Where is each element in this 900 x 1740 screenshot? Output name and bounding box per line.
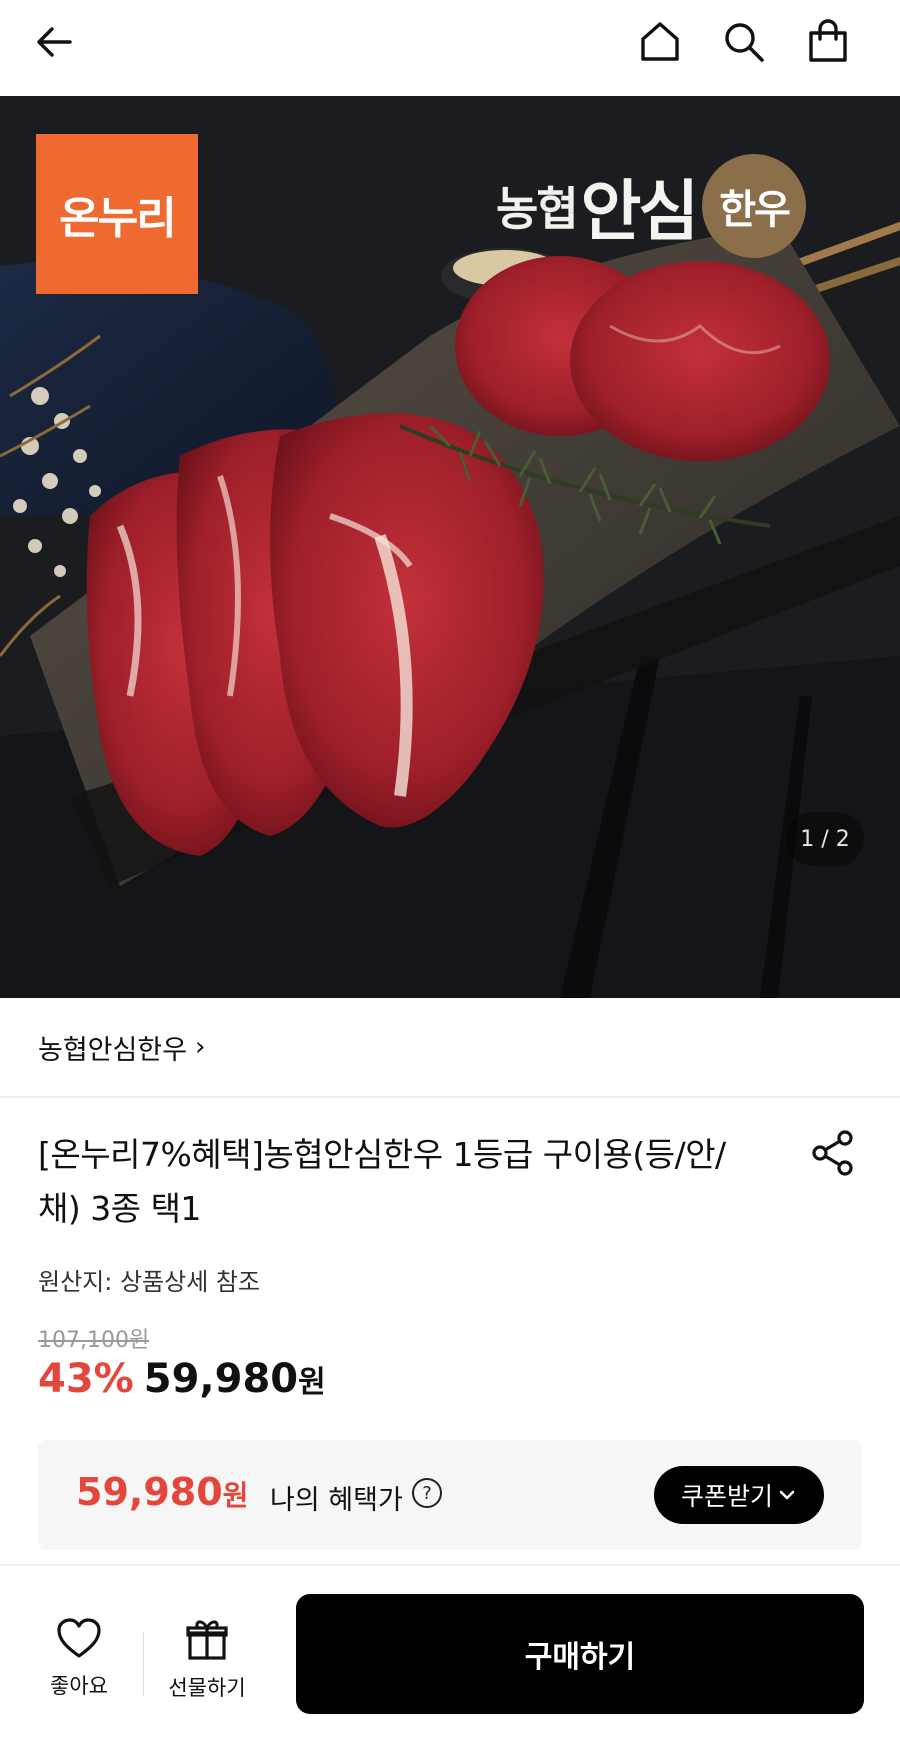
gift-icon <box>186 1620 228 1660</box>
brand-logo-main: 안심 <box>580 172 699 250</box>
original-price: 107,100원 <box>38 1328 150 1353</box>
onnuri-logo: 온누리 <box>36 134 198 294</box>
brand-name: 농협안심한우 <box>38 1034 188 1066</box>
home-icon[interactable] <box>632 14 688 70</box>
image-pager-indicator: 1 / 2 <box>786 812 864 866</box>
buy-button[interactable]: 구매하기 <box>296 1594 864 1714</box>
gift-label: 선물하기 <box>168 1676 246 1700</box>
origin-info: 원산지: 상품상세 참조 <box>38 1268 261 1296</box>
onnuri-logo-text: 온누리 <box>59 193 176 244</box>
heart-icon <box>57 1618 101 1658</box>
gift-button[interactable]: 선물하기 <box>152 1616 262 1702</box>
search-icon[interactable] <box>716 14 772 70</box>
chevron-right-icon: › <box>195 1032 206 1062</box>
coupon-button-label: 쿠폰받기 <box>680 1482 773 1511</box>
shopping-bag-icon[interactable] <box>800 14 856 70</box>
product-title: [온누리7%혜택]농협안심한우 1등급 구이용(등/안/채) 3종 택1 <box>38 1135 726 1228</box>
brand-logo-badge: 한우 <box>702 154 807 258</box>
chevron-down-icon <box>779 1490 795 1500</box>
benefit-price-label: 나의 혜택가 <box>270 1485 403 1516</box>
coupon-button[interactable]: 쿠폰받기 <box>654 1466 824 1524</box>
like-button[interactable]: 좋아요 <box>24 1616 134 1700</box>
benefit-price-box: 59,980 원 나의 혜택가 ? 쿠폰받기 <box>38 1440 862 1550</box>
top-navigation-bar <box>0 0 900 96</box>
benefit-price-unit: 원 <box>222 1479 249 1512</box>
price-row: 43% 59,980 원 <box>38 1356 326 1402</box>
product-image-carousel[interactable]: 온누리 농협 안심 한우 1 / 2 <box>0 96 900 998</box>
divider <box>143 1632 144 1696</box>
share-icon[interactable] <box>808 1128 858 1178</box>
brand-logo-prefix: 농협 <box>496 182 579 236</box>
bottom-action-bar: 좋아요 선물하기 구매하기 <box>0 1564 900 1740</box>
like-label: 좋아요 <box>50 1674 108 1698</box>
help-question-icon[interactable]: ? <box>412 1478 442 1508</box>
benefit-price: 59,980 원 <box>76 1470 248 1514</box>
back-arrow-icon[interactable] <box>26 14 82 70</box>
sale-price: 59,980 <box>143 1356 299 1402</box>
benefit-price-value: 59,980 <box>76 1470 223 1514</box>
buy-button-label: 구매하기 <box>524 1640 636 1675</box>
brand-link[interactable]: 농협안심한우 › <box>0 998 900 1098</box>
nonghyup-hanwoo-logo: 농협 안심 한우 <box>496 136 807 276</box>
discount-rate: 43% <box>38 1356 134 1402</box>
sale-price-unit: 원 <box>298 1365 326 1400</box>
